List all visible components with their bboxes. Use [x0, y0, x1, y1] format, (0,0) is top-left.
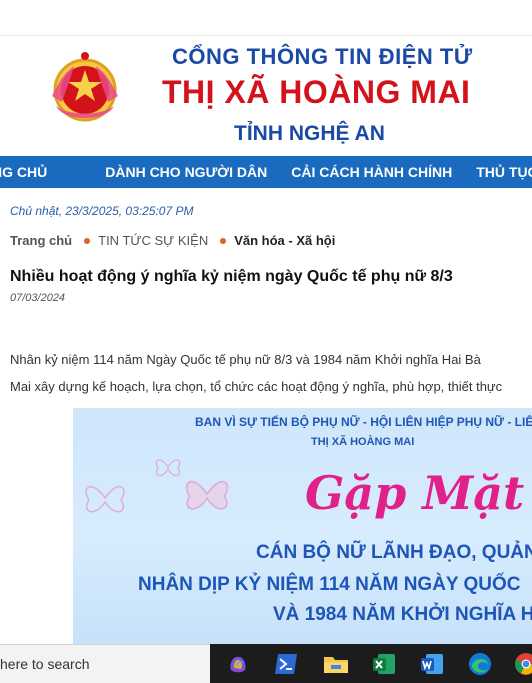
- image-script-title: Gặp Mặt: [305, 466, 525, 520]
- taskbar-search[interactable]: here to search: [0, 644, 210, 683]
- butterfly-icon: [185, 480, 229, 510]
- current-date: Chủ nhật, 23/3/2025, 03:25:07 PM: [10, 204, 194, 218]
- article-image[interactable]: BAN VÌ SỰ TIẾN BỘ PHỤ NỮ - HỘI LIÊN HIỆP…: [73, 408, 532, 644]
- windows-taskbar: here to search: [0, 644, 532, 683]
- copilot-icon[interactable]: [224, 650, 252, 678]
- edge-icon[interactable]: [466, 650, 494, 678]
- search-placeholder: here to search: [0, 656, 90, 672]
- article-date: 07/03/2024: [10, 292, 66, 304]
- nav-home[interactable]: NG CHỦ: [0, 156, 59, 188]
- portal-title: CỔNG THÔNG TIN ĐIỆN TỬ: [172, 44, 473, 69]
- national-emblem-icon: [52, 52, 118, 122]
- nav-for-citizens[interactable]: DÀNH CHO NGƯỜI DÂN: [93, 156, 279, 188]
- chrome-icon[interactable]: [512, 650, 532, 678]
- image-heading-line: CÁN BỘ NỮ LÃNH ĐẠO, QUẢN: [256, 542, 532, 563]
- town-name: THỊ XÃ HOÀNG MAI: [162, 74, 471, 110]
- article-title: Nhiều hoạt động ý nghĩa kỷ niệm ngày Quố…: [10, 268, 453, 285]
- site-banner[interactable]: CỔNG THÔNG TIN ĐIỆN TỬ THỊ XÃ HOÀNG MAI …: [0, 36, 532, 156]
- breadcrumb: Trang chủ TIN TỨC SỰ KIỆN Văn hóa - Xã h…: [10, 233, 335, 248]
- butterfly-icon: [85, 485, 125, 513]
- image-org-line: BAN VÌ SỰ TIẾN BỘ PHỤ NỮ - HỘI LIÊN HIỆP…: [195, 415, 532, 429]
- breadcrumb-current[interactable]: Văn hóa - Xã hội: [234, 233, 335, 248]
- bullet-dot-icon: [84, 237, 91, 244]
- main-navigation: NG CHỦ DÀNH CHO NGƯỜI DÂN CẢI CÁCH HÀNH …: [0, 156, 532, 188]
- excel-icon[interactable]: [370, 650, 398, 678]
- article-paragraph: Nhân kỷ niệm 114 năm Ngày Quốc tế phụ nữ…: [10, 346, 532, 400]
- nav-admin-reform[interactable]: CẢI CÁCH HÀNH CHÍNH: [279, 156, 464, 188]
- browser-top-strip: [0, 0, 532, 36]
- province-name: TỈNH NGHỆ AN: [234, 122, 385, 145]
- image-heading-line: NHÂN DỊP KỶ NIỆM 114 NĂM NGÀY QUỐC: [138, 574, 521, 595]
- image-org-line: THỊ XÃ HOÀNG MAI: [311, 436, 415, 448]
- breadcrumb-home[interactable]: Trang chủ: [10, 233, 72, 248]
- butterfly-icon: [155, 459, 181, 477]
- powershell-icon[interactable]: [272, 650, 300, 678]
- breadcrumb-section[interactable]: TIN TỨC SỰ KIỆN: [98, 233, 208, 248]
- nav-procedures[interactable]: THỦ TỤC: [464, 156, 532, 188]
- paragraph-line: Nhân kỷ niệm 114 năm Ngày Quốc tế phụ nữ…: [10, 352, 481, 367]
- file-explorer-icon[interactable]: [322, 650, 350, 678]
- bullet-dot-icon: [220, 237, 227, 244]
- image-heading-line: VÀ 1984 NĂM KHỞI NGHĨA HAI BÀ: [273, 604, 532, 625]
- paragraph-line: Mai xây dựng kế hoạch, lựa chọn, tổ chức…: [10, 379, 503, 394]
- word-icon[interactable]: [418, 650, 446, 678]
